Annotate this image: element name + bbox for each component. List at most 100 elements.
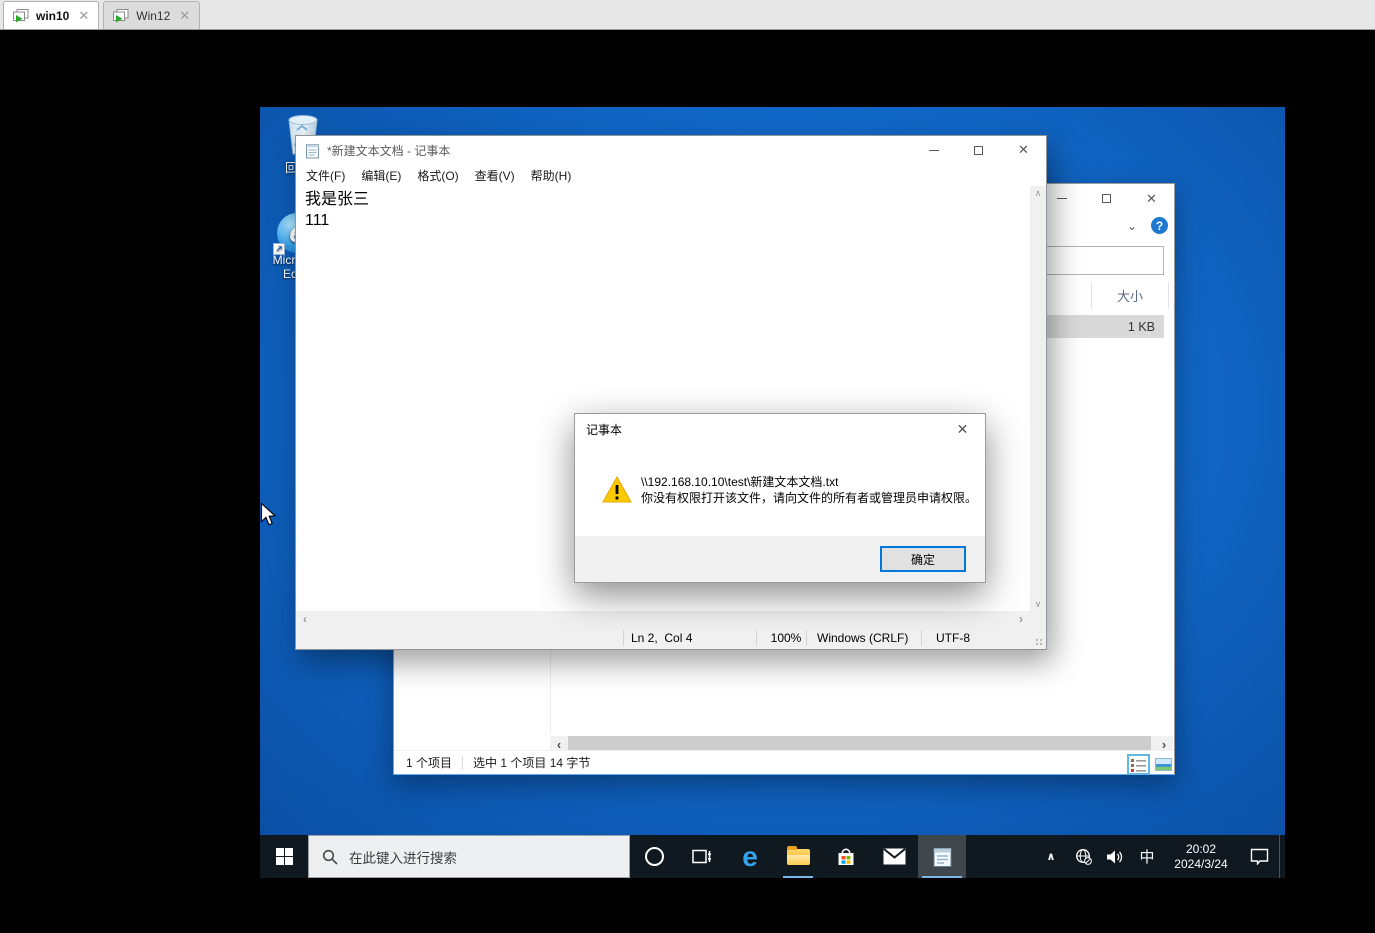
task-view-button[interactable] [678,835,726,878]
column-header-size[interactable]: 大小 [1091,282,1169,309]
scroll-up-icon[interactable]: ∧ [1035,186,1042,200]
edge-icon: e [742,840,758,872]
resize-grip[interactable] [1036,639,1044,647]
menu-format[interactable]: 格式(O) [409,167,466,184]
maximize-icon [1102,194,1111,203]
close-icon: ✕ [1146,190,1157,206]
menu-help[interactable]: 帮助(H) [523,167,580,184]
network-status-button[interactable] [1067,835,1099,878]
notepad-taskbar-icon [933,847,952,867]
notepad-status-bar: Ln 2, Col 4 100% Windows (CRLF) UTF-8 [296,627,1046,649]
dialog-title-bar[interactable]: 记事本 ✕ [575,414,985,444]
notepad-taskbar-button[interactable] [918,835,966,878]
window-title: *新建文本文档 - 记事本 [327,143,451,158]
cortana-button[interactable] [630,835,678,878]
minimize-button[interactable] [911,136,956,165]
dialog-footer: 确定 [575,536,985,582]
status-cursor-position: Ln 2, Col 4 [631,631,693,645]
search-icon [322,849,338,865]
scroll-down-icon[interactable]: ∨ [1035,597,1042,611]
system-tray: ∧ 中 20:02 2024/3/24 [1035,835,1285,878]
dialog-file-path: \\192.168.10.10\test\新建文本文档.txt [641,475,839,489]
windows-logo-icon [275,848,293,865]
close-button[interactable]: ✕ [1001,136,1046,165]
ime-indicator[interactable]: 中 [1131,835,1163,878]
action-center-button[interactable] [1239,835,1279,878]
help-icon[interactable]: ? [1151,217,1168,234]
taskbar-search-input[interactable]: 在此键入进行搜索 [308,835,630,878]
vm-screen: 回收站 e ↗ Microsoft Edge ✕ ⌄ ? 大小 [260,107,1285,878]
network-globe-icon [1075,849,1092,865]
mail-taskbar-button[interactable] [870,835,918,878]
menu-edit[interactable]: 编辑(E) [353,167,409,184]
notepad-horizontal-scrollbar[interactable]: ‹ › [296,611,1030,627]
status-divider [623,630,624,646]
tab-close-icon[interactable]: ✕ [179,8,190,24]
thumbnail-view-icon [1155,758,1172,771]
file-explorer-icon [786,845,810,865]
edge-taskbar-button[interactable]: e [726,835,774,878]
scroll-right-icon[interactable]: › [1012,611,1030,628]
ok-button[interactable]: 确定 [880,546,966,572]
ribbon-collapse-icon[interactable]: ⌄ [1127,219,1137,233]
dialog-title: 记事本 [586,422,623,437]
close-icon: ✕ [956,420,969,437]
windows-desktop[interactable]: 回收站 e ↗ Microsoft Edge ✕ ⌄ ? 大小 [260,107,1285,835]
maximize-button[interactable] [1084,184,1129,213]
show-desktop-divider [1279,835,1280,878]
volume-icon [1107,850,1123,863]
task-view-icon [692,849,711,864]
status-selection: 选中 1 个项目 14 字节 [473,756,591,770]
store-taskbar-button[interactable] [822,835,870,878]
status-line-ending: Windows (CRLF) [817,631,909,645]
status-zoom-level: 100% [770,631,802,645]
scroll-left-icon[interactable]: ‹ [296,611,314,628]
minimize-icon [928,149,939,151]
menu-file[interactable]: 文件(F) [298,167,353,184]
menu-view[interactable]: 查看(V) [467,167,523,184]
file-size-value: 1 KB [1127,319,1155,334]
mail-icon [882,848,906,865]
tab-label: win10 [36,8,70,23]
taskbar-clock[interactable]: 20:02 2024/3/24 [1163,841,1239,872]
tab-label: Win12 [136,8,171,23]
store-icon [838,848,854,865]
dialog-message: 你没有权限打开该文件，请向文件的所有者或管理员申请权限。 [641,491,978,505]
notepad-title-bar[interactable]: *新建文本文档 - 记事本 ✕ [296,136,1046,164]
close-button[interactable]: ✕ [1129,184,1174,213]
details-view-icon [1130,758,1146,772]
scrollbar-corner [1030,611,1046,627]
notepad-menu-bar: 文件(F) 编辑(E) 格式(O) 查看(V) 帮助(H) [296,164,1046,186]
close-button[interactable]: ✕ [940,414,985,444]
status-divider [806,630,807,646]
warning-icon [602,475,632,503]
tray-expand-button[interactable]: ∧ [1035,835,1067,878]
notepad-vertical-scrollbar[interactable]: ∧ ∨ [1030,186,1046,611]
notepad-app-icon [306,143,319,158]
tray-date: 2024/3/24 [1174,857,1228,871]
text-line-1: 我是张三 [305,191,370,208]
mouse-cursor [260,502,277,526]
start-button[interactable] [260,835,308,878]
minimize-icon [1056,198,1067,199]
tab-win12[interactable]: Win12 ✕ [103,1,201,29]
vm-console-icon [13,8,29,22]
maximize-button[interactable] [956,136,1001,165]
tray-time: 20:02 [1185,842,1217,856]
close-icon: ✕ [1018,142,1029,157]
maximize-icon [974,145,983,155]
tab-win10[interactable]: win10 ✕ [3,1,100,29]
status-divider [462,755,464,770]
status-divider [756,630,757,646]
status-encoding: UTF-8 [936,631,970,645]
details-view-button[interactable] [1127,754,1150,775]
notepad-permission-dialog: 记事本 ✕ \\192.168.10.10\test\新建文本文档.txt 你没… [574,413,986,583]
file-explorer-taskbar-button[interactable] [774,835,822,878]
thumbnail-view-button[interactable] [1152,754,1175,775]
explorer-status-bar: 1 个项目 选中 1 个项目 14 字节 [394,750,1174,774]
volume-button[interactable] [1099,835,1131,878]
tab-close-icon[interactable]: ✕ [78,8,89,24]
console-tab-bar: win10 ✕ Win12 ✕ [0,0,1375,30]
status-divider [921,630,922,646]
search-placeholder: 在此键入进行搜索 [349,850,457,866]
